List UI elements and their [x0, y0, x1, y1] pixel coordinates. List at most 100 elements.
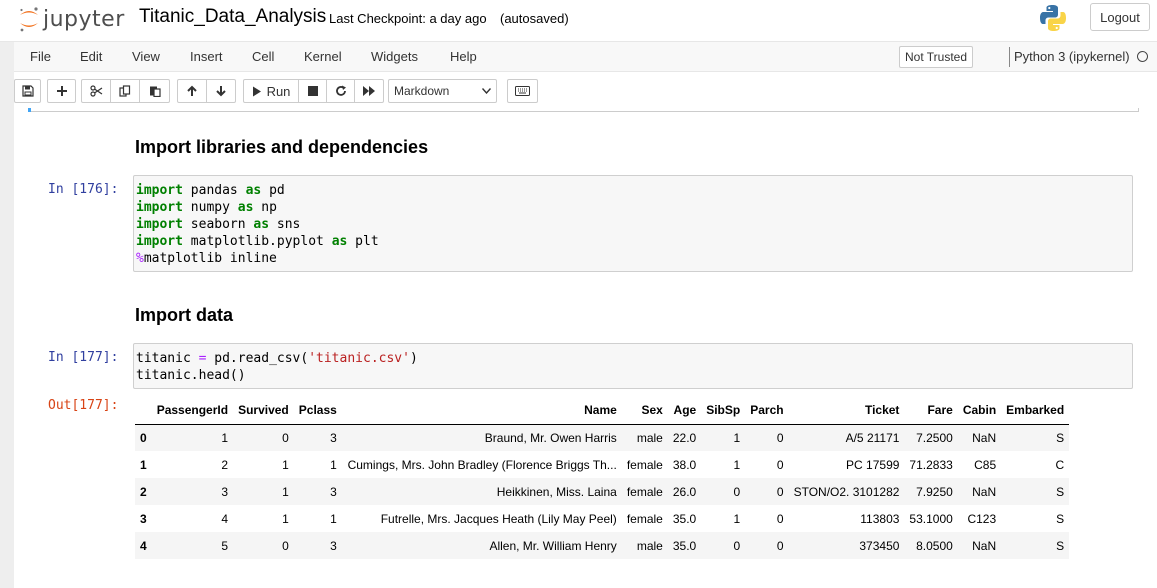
restart-run-all-button[interactable] [354, 79, 384, 103]
table-row: 3 4 1 1 Futrelle, Mrs. Jacques Heath (Li… [135, 505, 1069, 532]
menu-widgets[interactable]: Widgets [371, 49, 418, 64]
code-cell-read-csv[interactable]: titanic = pd.read_csv('titanic.csv') tit… [133, 343, 1133, 389]
table-cell: female [626, 511, 663, 526]
table-cell: A/5 21171 [845, 430, 900, 445]
table-cell: C [1055, 457, 1065, 472]
logout-button[interactable]: Logout [1090, 3, 1150, 31]
cell-type-select[interactable]: Markdown [388, 79, 497, 103]
kernel-separator [1009, 47, 1010, 67]
table-cell: 0 [776, 484, 784, 499]
toolbar: Run Markdown [14, 72, 1157, 108]
run-icon [252, 86, 261, 96]
cut-button[interactable] [81, 79, 111, 103]
table-cell: Allen, Mr. William Henry [489, 538, 617, 553]
code-line: import pandas as pd [136, 183, 285, 198]
table-cell: C85 [974, 457, 997, 472]
save-icon [21, 85, 34, 97]
jupyter-logo[interactable]: jupyter [18, 4, 125, 34]
previous-cell[interactable] [28, 108, 1139, 112]
table-cell: C123 [967, 511, 997, 526]
row-index: 2 [140, 484, 147, 499]
table-cell: 35.0 [672, 538, 697, 553]
table-cell: NaN [972, 538, 997, 553]
save-button[interactable] [14, 79, 41, 103]
table-cell: 35.0 [672, 511, 697, 526]
code-line: titanic = pd.read_csv('titanic.csv') [136, 351, 418, 366]
table-cell: 1 [282, 484, 289, 499]
row-index: 1 [140, 457, 147, 472]
table-cell: female [626, 484, 663, 499]
table-cell: 0 [733, 538, 741, 553]
command-palette-button[interactable] [507, 79, 538, 103]
interrupt-button[interactable] [298, 79, 327, 103]
paste-icon [149, 86, 161, 97]
copy-icon [119, 85, 131, 97]
arrow-up-icon [187, 85, 197, 96]
python-logo-icon [1040, 5, 1066, 31]
header: jupyter Titanic_Data_Analysis Last Check… [0, 0, 1157, 42]
run-button[interactable]: Run [243, 79, 299, 103]
table-cell: Heikkinen, Miss. Laina [496, 484, 617, 499]
move-down-button[interactable] [206, 79, 236, 103]
table-cell: S [1056, 484, 1065, 499]
move-up-button[interactable] [177, 79, 207, 103]
menu-file[interactable]: File [30, 49, 51, 64]
trust-button[interactable]: Not Trusted [899, 46, 974, 68]
table-cell: S [1056, 538, 1065, 553]
chevron-down-icon [482, 88, 491, 94]
code-cell-imports[interactable]: import pandas as pd import numpy as np i… [133, 175, 1133, 272]
column-header: Embarked [1001, 397, 1070, 425]
table-cell: female [626, 457, 663, 472]
table-cell: 1 [330, 457, 337, 472]
menu-cell[interactable]: Cell [252, 49, 274, 64]
code-line: titanic.head() [136, 368, 246, 383]
plus-icon [56, 86, 67, 96]
fast-forward-icon [362, 86, 375, 96]
menu-view[interactable]: View [132, 49, 160, 64]
selected-cell-indicator [28, 108, 31, 112]
column-header: PassengerId [151, 397, 234, 425]
column-header: Age [667, 397, 702, 425]
table-cell: Braund, Mr. Owen Harris [484, 430, 617, 445]
table-cell: 1 [733, 430, 741, 445]
notebook-container: Import libraries and dependencies In [17… [14, 108, 1157, 588]
table-row: 2 3 1 3 Heikkinen, Miss. Laina female 26… [135, 478, 1070, 505]
table-cell: 3 [221, 484, 229, 499]
table-cell: 8.0500 [916, 538, 953, 553]
table-cell: 4 [221, 511, 229, 526]
table-cell: 1 [221, 430, 229, 445]
menu-kernel[interactable]: Kernel [304, 49, 342, 64]
column-header: Fare [904, 397, 958, 425]
insert-cell-button[interactable] [47, 79, 76, 103]
menu-edit[interactable]: Edit [80, 49, 102, 64]
cut-icon [89, 85, 102, 97]
kernel-name[interactable]: Python 3 (ipykernel) [1014, 49, 1130, 64]
menu-help[interactable]: Help [450, 49, 477, 64]
table-row: 4 5 0 3 Allen, Mr. William Henry male 35… [135, 532, 1070, 559]
stop-icon [307, 86, 318, 96]
copy-button[interactable] [110, 79, 140, 103]
column-header: Survived [233, 397, 294, 425]
menu-insert[interactable]: Insert [190, 49, 223, 64]
notebook-title[interactable]: Titanic_Data_Analysis [139, 6, 326, 28]
table-cell: S [1056, 430, 1065, 445]
table-cell: 3 [330, 484, 337, 499]
column-header: Parch [745, 397, 789, 425]
table-cell: PC 17599 [846, 457, 900, 472]
output-prompt: Out[177]: [48, 398, 119, 413]
paste-button[interactable] [139, 79, 170, 103]
table-cell: 1 [733, 457, 741, 472]
table-cell: 0 [776, 430, 784, 445]
table-cell: 7.9250 [916, 484, 953, 499]
arrow-down-icon [216, 86, 226, 97]
table-cell: 0 [776, 538, 784, 553]
code-line: import numpy as np [136, 200, 277, 215]
table-cell: NaN [972, 430, 997, 445]
table-row: 1 2 1 1 Cumings, Mrs. John Bradley (Flor… [135, 451, 1069, 478]
row-index: 4 [140, 538, 147, 553]
input-prompt: In [176]: [48, 182, 119, 197]
restart-button[interactable] [326, 79, 355, 103]
table-cell: male [636, 538, 663, 553]
cell-type-value: Markdown [394, 84, 450, 98]
dataframe-output: PassengerId Survived Pclass Name Sex Age… [135, 397, 1070, 559]
